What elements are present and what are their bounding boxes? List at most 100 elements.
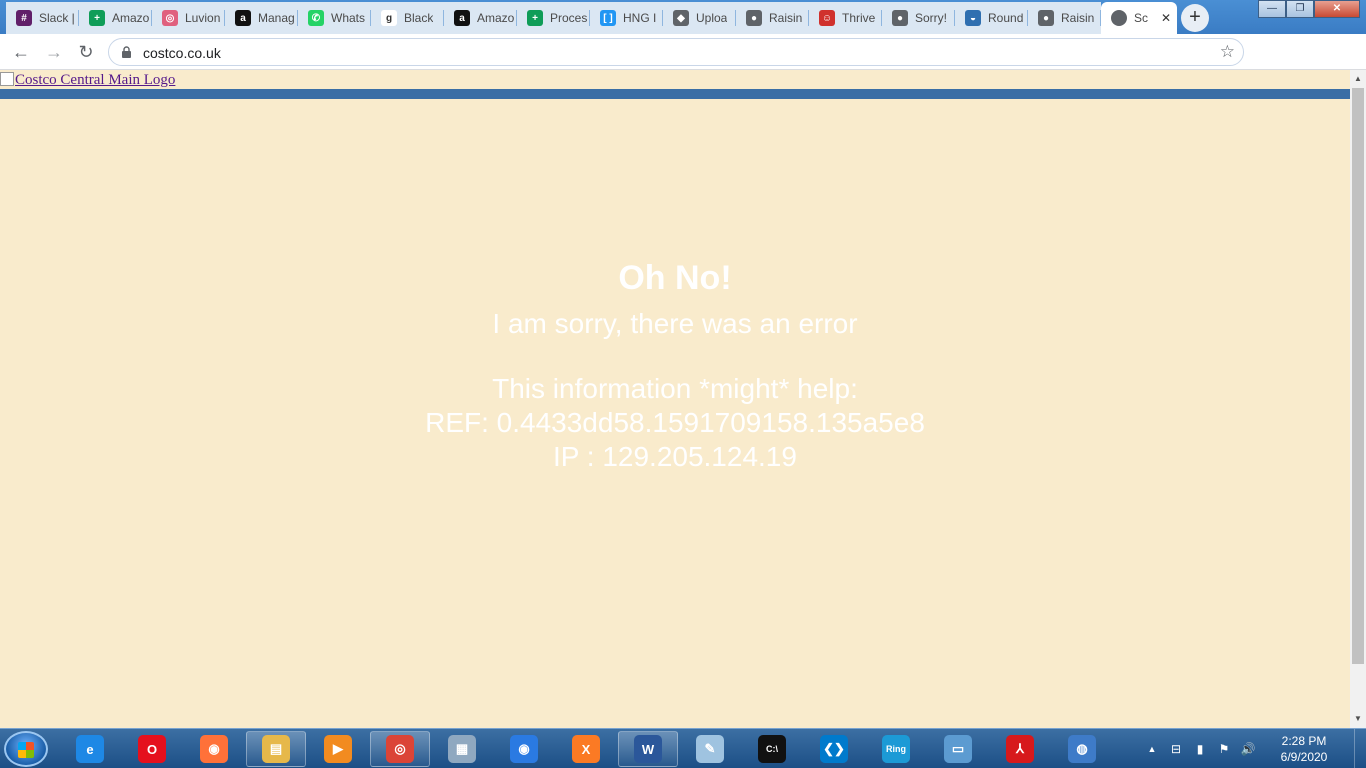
minimize-button[interactable]: — <box>1258 0 1286 18</box>
taskbar-apps: e O ◉ ▤ ▶ ◎ ▦ ◉ X W ✎ C:\ ❮❯ Ring ▭ ⅄ ◍ <box>60 731 1114 767</box>
browser-toolbar: ← → ↻ costco.co.uk ☆ 0 ⋮ <box>0 34 1366 97</box>
browser-tab[interactable]: ● Raisin <box>1028 2 1101 34</box>
luvion-icon: ◎ <box>162 10 178 26</box>
media-player-icon: ▶ <box>324 735 352 763</box>
tab-label: Luvion <box>185 11 221 25</box>
scroll-down-arrow[interactable]: ▼ <box>1354 714 1362 723</box>
goodreads-icon: g <box>381 10 397 26</box>
clock-time: 2:28 PM <box>1281 734 1327 748</box>
hng-icon: [ ] <box>600 10 616 26</box>
browser-tab[interactable]: ● Sorry! <box>882 2 955 34</box>
taskbar-button[interactable]: ◎ <box>370 731 430 767</box>
taskbar-button[interactable]: O <box>122 731 182 767</box>
action-center-flag-icon[interactable]: ⚑ <box>1216 741 1232 757</box>
browser-tab[interactable]: # Slack | <box>6 2 79 34</box>
browser-tab[interactable]: + Proces <box>517 2 590 34</box>
taskbar-button[interactable]: ▭ <box>928 731 988 767</box>
page-scrollbar[interactable]: ▲ ▼ <box>1350 70 1366 728</box>
browser-tab[interactable]: ☺ Thrive <box>809 2 882 34</box>
lock-icon[interactable] <box>121 46 132 58</box>
browser-tab[interactable]: ● Raisin <box>736 2 809 34</box>
taskbar-button[interactable]: ✎ <box>680 731 740 767</box>
browser-tab[interactable]: ✆ Whats <box>298 2 371 34</box>
tab-label: Amazo <box>477 11 515 25</box>
ring-icon: Ring <box>882 735 910 763</box>
taskbar-button[interactable]: Ring <box>866 731 926 767</box>
globe-icon: ● <box>892 10 908 26</box>
tab-label: Round <box>988 11 1024 25</box>
scroll-thumb[interactable] <box>1352 88 1364 664</box>
browser-tab[interactable]: a Amazo <box>444 2 517 34</box>
taskbar-button[interactable]: ⅄ <box>990 731 1050 767</box>
volume-icon[interactable]: 🔊 <box>1240 741 1256 757</box>
url-text[interactable]: costco.co.uk <box>143 45 221 61</box>
info-line: This information *might* help: <box>492 373 858 404</box>
battery-icon[interactable]: ▮ <box>1192 741 1208 757</box>
close-window-button[interactable]: ✕ <box>1314 0 1360 18</box>
browser-tab[interactable]: g Black <box>371 2 444 34</box>
tab-label: HNG I <box>623 11 657 25</box>
taskbar-button[interactable]: X <box>556 731 616 767</box>
bookmark-star-icon[interactable]: ☆ <box>1220 42 1235 62</box>
start-button[interactable] <box>4 731 48 767</box>
browser-tab[interactable]: [ ] HNG I <box>590 2 663 34</box>
tab-list: # Slack | + Amazo ◎ Luvion a Manag ✆ Whats g Black a… <box>6 2 1177 34</box>
taskbar-button[interactable]: ▶ <box>308 731 368 767</box>
taskbar-button[interactable]: ◍ <box>1052 731 1112 767</box>
tab-label: Amazo <box>112 11 150 25</box>
browser-tab[interactable]: a Manag <box>225 2 298 34</box>
thrive-icon: ☺ <box>819 10 835 26</box>
reload-button[interactable]: ↻ <box>74 40 98 64</box>
network-icon[interactable]: ⊟ <box>1168 741 1184 757</box>
close-tab-icon[interactable]: ✕ <box>1161 11 1171 25</box>
tray-overflow-icon[interactable]: ▲ <box>1144 741 1160 757</box>
vscode-icon: ❮❯ <box>820 735 848 763</box>
tab-label: Whats <box>331 11 366 25</box>
header-bar <box>0 89 1350 99</box>
show-desktop-button[interactable] <box>1354 729 1366 768</box>
taskbar-button[interactable]: ▤ <box>246 731 306 767</box>
browser-tab[interactable]: + Amazo <box>79 2 152 34</box>
windows-logo-icon <box>18 742 34 758</box>
chrome-icon: ◎ <box>386 735 414 763</box>
taskbar-button[interactable]: ▦ <box>432 731 492 767</box>
tab-strip: # Slack | + Amazo ◎ Luvion a Manag ✆ Whats g Black a… <box>0 0 1366 34</box>
clock[interactable]: 2:28 PM 6/9/2020 <box>1264 733 1344 765</box>
tab-label: Uploa <box>696 11 728 25</box>
amazon-icon: a <box>235 10 251 26</box>
google-sheets-icon: + <box>89 10 105 26</box>
address-bar[interactable]: costco.co.uk ☆ <box>108 38 1244 66</box>
maximize-button[interactable]: ❐ <box>1286 0 1314 18</box>
tab-label: Thrive <box>842 11 876 25</box>
taskbar-button[interactable]: W <box>618 731 678 767</box>
costco-logo-link[interactable]: Costco Central Main Logo <box>0 72 175 89</box>
tab-label: Raisin <box>769 11 803 25</box>
taskbar-button[interactable]: C:\ <box>742 731 802 767</box>
browser-tab[interactable]: ◒ Round <box>955 2 1028 34</box>
taskbar-button[interactable]: e <box>60 731 120 767</box>
scroll-up-arrow[interactable]: ▲ <box>1354 74 1362 83</box>
ref-line: REF: 0.4433dd58.1591709158.135a5e8 <box>425 407 925 438</box>
error-heading: Oh No! <box>618 259 732 297</box>
tab-label: Proces <box>550 11 588 25</box>
forward-button[interactable]: → <box>42 40 66 64</box>
slack-icon: # <box>16 10 32 26</box>
new-tab-button[interactable]: + <box>1181 4 1209 32</box>
browser-tab[interactable]: ◆ Uploa <box>663 2 736 34</box>
taskbar-button[interactable]: ❮❯ <box>804 731 864 767</box>
browser-tab[interactable]: ◎ Luvion <box>152 2 225 34</box>
tab-label: Black <box>404 11 434 25</box>
opera-icon: O <box>138 735 166 763</box>
taskbar: e O ◉ ▤ ▶ ◎ ▦ ◉ X W ✎ C:\ ❮❯ Ring ▭ ⅄ ◍ ▲ ⊟ ▮ ⚑ 🔊 2:28 P… <box>0 728 1366 768</box>
window-controls: — ❐ ✕ <box>1258 0 1360 18</box>
globe-icon <box>1111 10 1127 26</box>
taskbar-button[interactable]: ◉ <box>184 731 244 767</box>
acrobat-icon: ⅄ <box>1006 735 1034 763</box>
error-subheading: I am sorry, there was an error <box>492 308 858 339</box>
tab-label: Sc <box>1134 11 1149 25</box>
tab-label: Raisin <box>1061 11 1095 25</box>
taskbar-button[interactable]: ◉ <box>494 731 554 767</box>
error-message: Oh No! I am sorry, there was an error Th… <box>0 256 1350 474</box>
active-browser-tab[interactable]: Sc ✕ <box>1101 2 1177 34</box>
back-button[interactable]: ← <box>9 40 33 64</box>
